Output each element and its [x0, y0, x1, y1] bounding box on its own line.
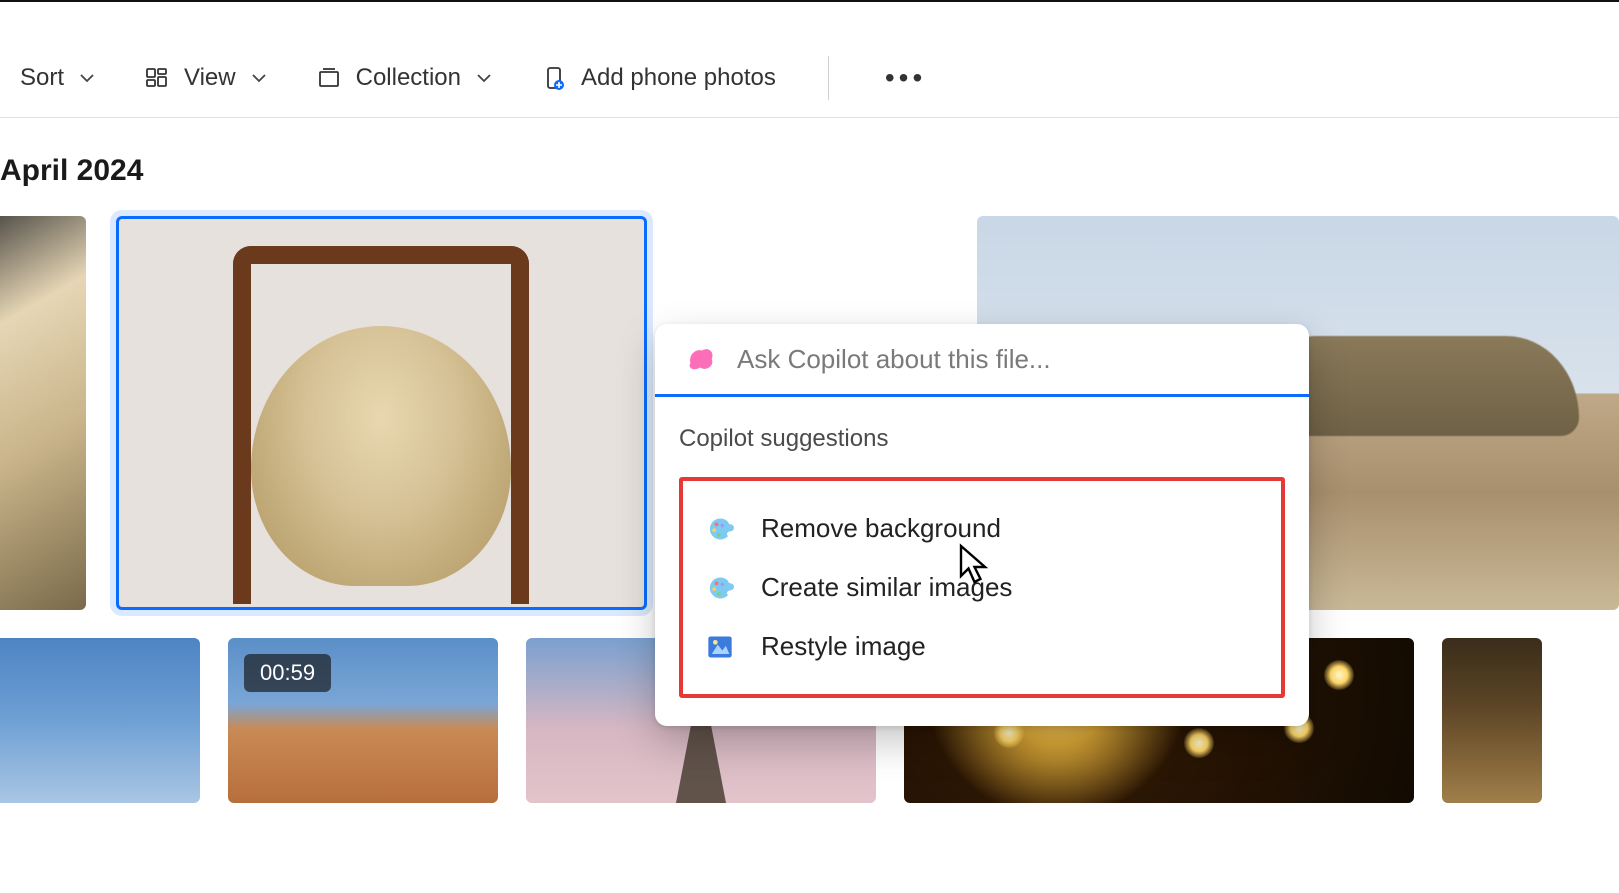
add-phone-photos-button[interactable]: Add phone photos	[541, 64, 776, 92]
grid-layout-icon	[144, 65, 170, 91]
video-thumbnail[interactable]: 00:59	[228, 638, 498, 803]
suggestion-label: Create similar images	[761, 572, 1012, 603]
photo-content	[368, 396, 394, 414]
more-button[interactable]: •••	[885, 62, 926, 94]
view-label: View	[184, 64, 236, 92]
photo-content	[1184, 728, 1214, 758]
copilot-suggestions-heading: Copilot suggestions	[679, 425, 1285, 453]
section-date-header: April 2024	[0, 154, 1619, 188]
phone-add-icon	[541, 65, 567, 91]
copilot-input-row	[655, 324, 1309, 397]
annotation-highlight-box: Remove background Create	[679, 477, 1285, 698]
more-horizontal-icon: •••	[885, 62, 926, 94]
photo-thumbnail[interactable]	[1442, 638, 1542, 803]
suggestion-remove-background[interactable]: Remove background	[693, 499, 1271, 558]
suggestion-create-similar-images[interactable]: Create similar images	[693, 558, 1271, 617]
sort-label: Sort	[20, 64, 64, 92]
copilot-suggestions-panel: Copilot suggestions Remove	[655, 397, 1309, 726]
sort-button[interactable]: Sort	[20, 64, 96, 92]
photos-app-window: Sort View	[0, 0, 1619, 893]
chevron-down-icon	[475, 69, 493, 87]
collection-label: Collection	[356, 64, 461, 92]
collection-button[interactable]: Collection	[316, 64, 493, 92]
photo-thumbnail[interactable]	[0, 638, 200, 803]
view-button[interactable]: View	[144, 64, 268, 92]
copilot-icon	[683, 342, 717, 376]
video-duration-badge: 00:59	[244, 654, 331, 692]
copilot-ask-input[interactable]	[735, 343, 1281, 376]
toolbar: Sort View	[0, 38, 1619, 118]
suggestion-restyle-image[interactable]: Restyle image	[693, 617, 1271, 676]
toolbar-divider	[828, 56, 829, 100]
suggestion-label: Remove background	[761, 513, 1001, 544]
palette-icon	[705, 514, 735, 544]
chevron-down-icon	[250, 69, 268, 87]
add-phone-label: Add phone photos	[581, 64, 776, 92]
photo-content	[407, 374, 419, 386]
chevron-down-icon	[78, 69, 96, 87]
collection-icon	[316, 65, 342, 91]
suggestion-label: Restyle image	[761, 631, 926, 662]
image-icon	[705, 632, 735, 662]
photo-content	[343, 374, 355, 386]
palette-icon	[705, 573, 735, 603]
photo-thumbnail[interactable]	[0, 216, 86, 610]
copilot-popup: Copilot suggestions Remove	[655, 324, 1309, 726]
window-top-edge	[0, 0, 1619, 8]
photo-content	[1324, 660, 1354, 690]
content-area: April 2024 00:59	[0, 118, 1619, 803]
photo-thumbnail-selected[interactable]	[116, 216, 647, 610]
